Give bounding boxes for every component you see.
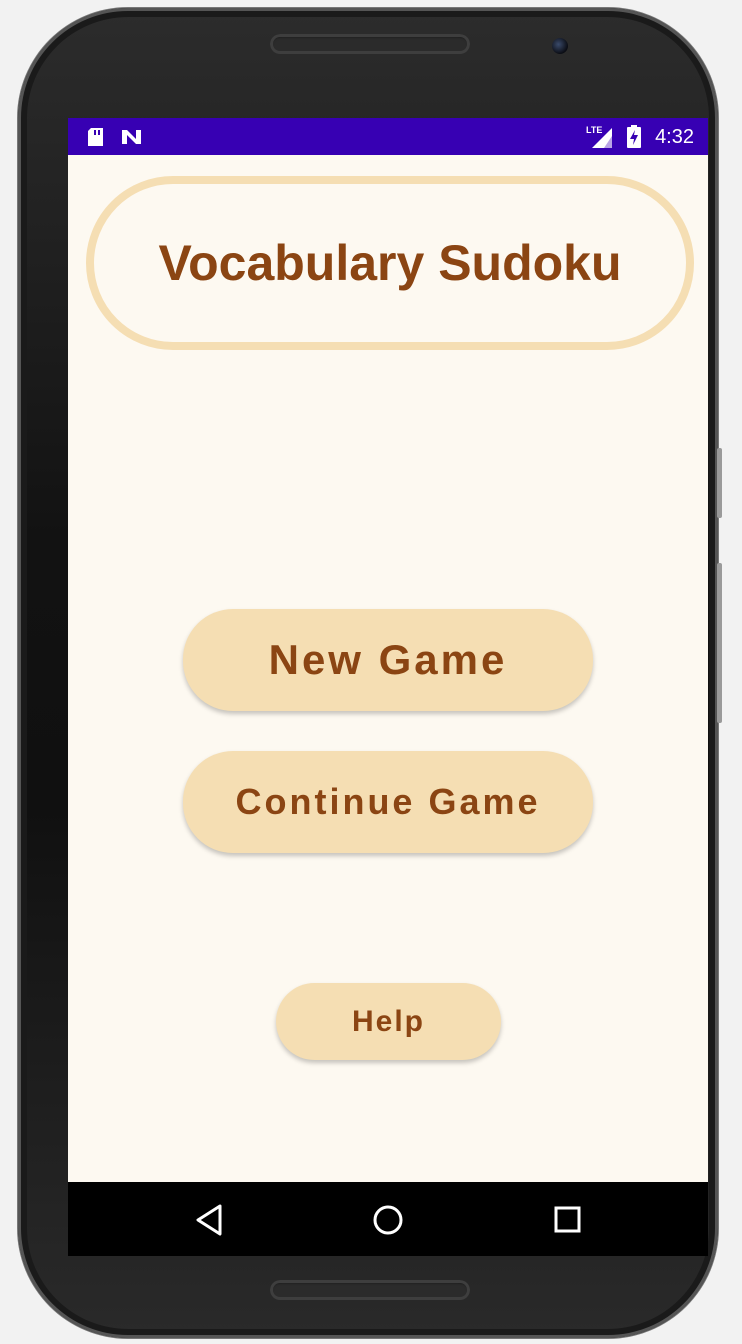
new-game-button[interactable]: New Game bbox=[183, 609, 593, 711]
n-notification-icon bbox=[122, 130, 141, 144]
recents-icon[interactable] bbox=[551, 1202, 585, 1238]
battery-charging-icon bbox=[627, 125, 641, 148]
app-title: Vocabulary Sudoku bbox=[158, 235, 622, 291]
continue-game-button[interactable]: Continue Game bbox=[183, 751, 593, 853]
volume-button bbox=[717, 563, 722, 723]
screen: LTE 4:32 Vocabulary Sudoku New Game Cont… bbox=[68, 118, 708, 1256]
phone-frame: LTE 4:32 Vocabulary Sudoku New Game Cont… bbox=[18, 8, 722, 1338]
help-button[interactable]: Help bbox=[276, 983, 501, 1060]
status-time: 4:32 bbox=[655, 126, 694, 148]
svg-text:LTE: LTE bbox=[586, 125, 602, 135]
back-icon[interactable] bbox=[192, 1202, 226, 1238]
title-banner: Vocabulary Sudoku bbox=[86, 176, 694, 350]
bottom-speaker bbox=[270, 1280, 470, 1300]
front-camera bbox=[552, 38, 568, 54]
navigation-bar bbox=[68, 1182, 708, 1256]
top-speaker bbox=[270, 34, 470, 54]
power-button bbox=[717, 448, 722, 518]
sd-card-icon bbox=[88, 128, 103, 146]
status-bar: LTE 4:32 bbox=[68, 118, 708, 155]
home-icon[interactable] bbox=[370, 1202, 406, 1238]
lte-signal-icon: LTE bbox=[586, 125, 612, 148]
